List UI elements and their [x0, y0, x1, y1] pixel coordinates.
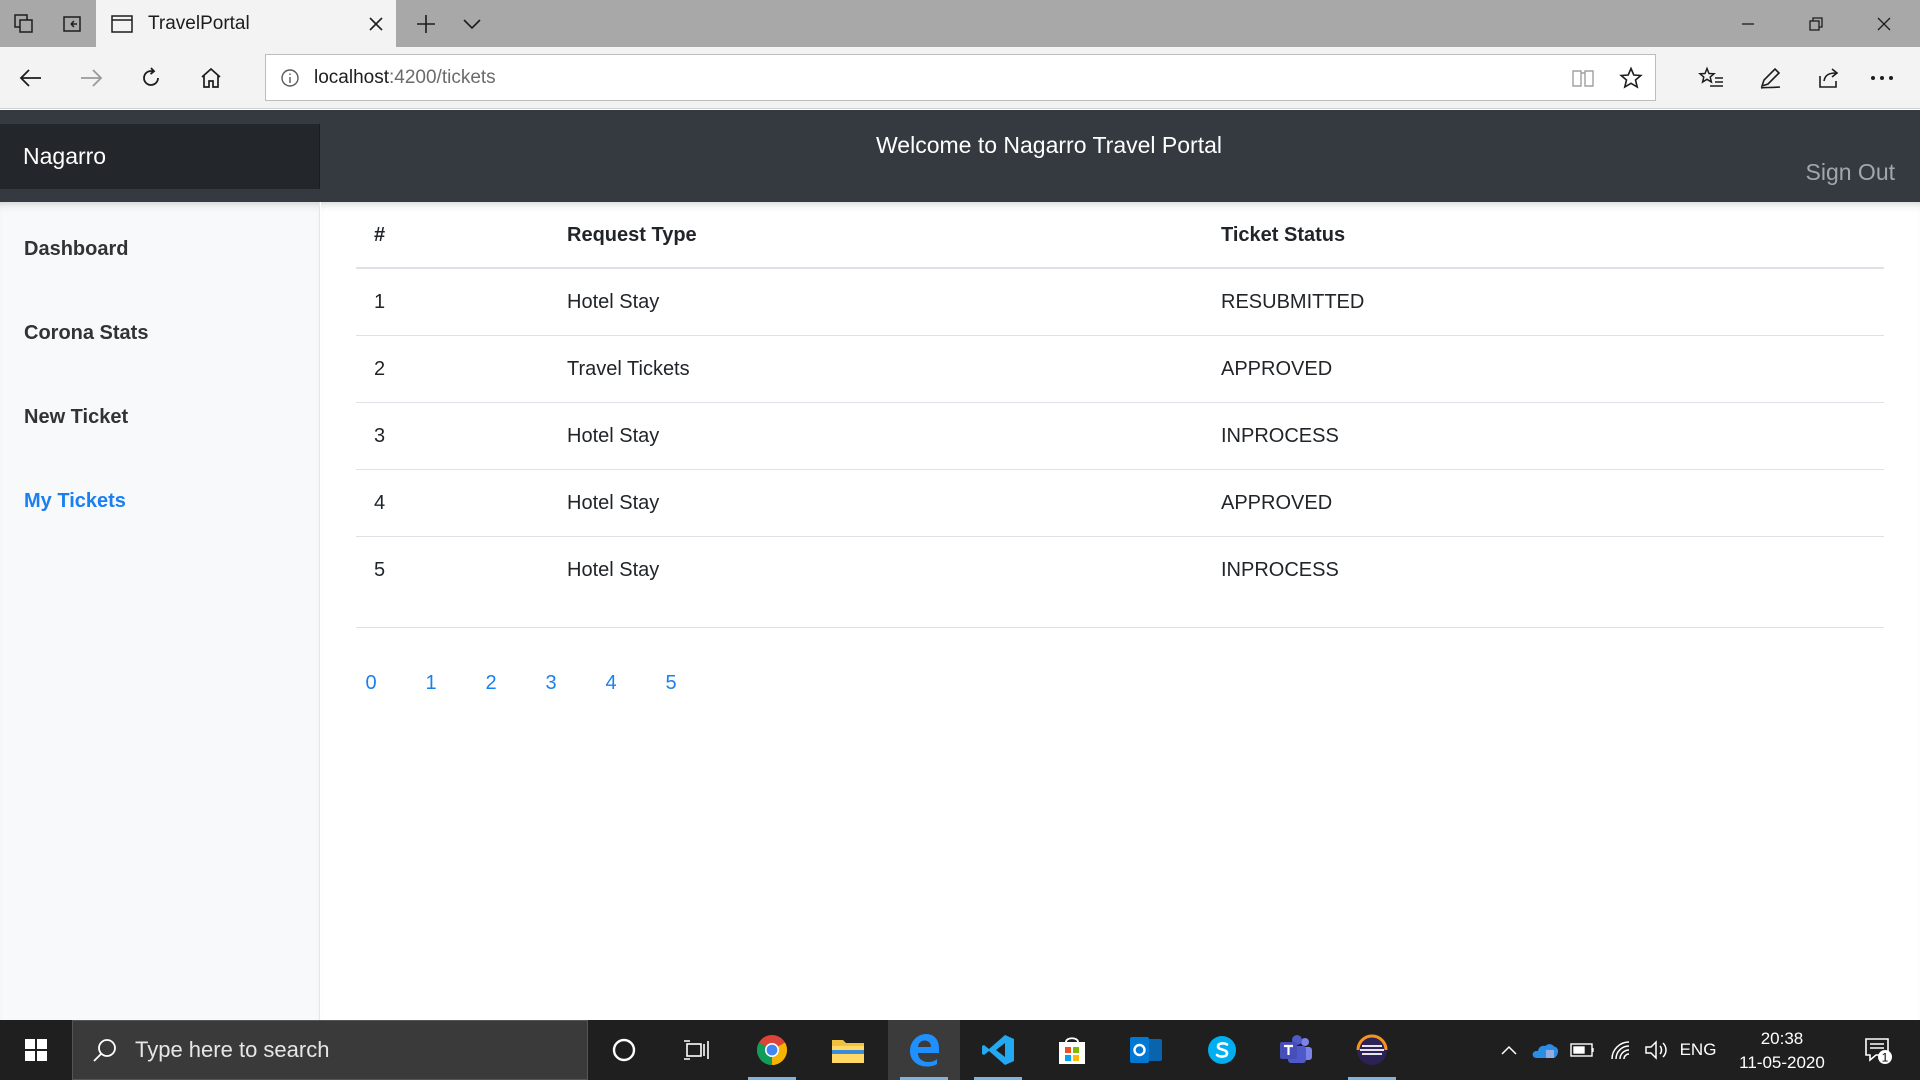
page-link-1[interactable]: 1: [416, 672, 446, 695]
table-row[interactable]: 1 Hotel Stay RESUBMITTED: [356, 269, 1884, 336]
column-header-number: #: [374, 224, 386, 246]
search-icon: [89, 1034, 121, 1066]
skype-app-icon[interactable]: [1186, 1020, 1258, 1080]
favorites-icon[interactable]: [1687, 54, 1735, 102]
ticket-number: 1: [374, 291, 386, 313]
onedrive-icon[interactable]: [1528, 1020, 1562, 1080]
sign-out-link[interactable]: Sign Out: [1806, 159, 1896, 186]
request-type: Travel Tickets: [567, 358, 690, 380]
page-link-2[interactable]: 2: [476, 672, 506, 695]
ticket-status: RESUBMITTED: [1221, 291, 1365, 313]
ticket-status: APPROVED: [1221, 358, 1333, 380]
page-link-0[interactable]: 0: [356, 672, 386, 695]
browser-tab[interactable]: TravelPortal: [96, 0, 396, 47]
page-link-5[interactable]: 5: [656, 672, 686, 695]
browser-tab-strip: TravelPortal: [0, 0, 1920, 47]
ticket-number: 2: [374, 358, 386, 380]
forward-icon[interactable]: [67, 54, 115, 102]
share-icon[interactable]: [1805, 54, 1853, 102]
ticket-status: APPROVED: [1221, 492, 1333, 514]
column-header-request-type: Request Type: [567, 224, 697, 246]
clock-time: 20:38: [1760, 1029, 1804, 1048]
sidebar: Dashboard Corona Stats New Ticket My Tic…: [0, 202, 320, 1020]
notification-count: 1: [1882, 1051, 1889, 1065]
action-center-notifications-icon[interactable]: 1: [1852, 1020, 1904, 1080]
table-row[interactable]: 4 Hotel Stay APPROVED: [356, 470, 1884, 537]
ticket-status: INPROCESS: [1221, 559, 1339, 581]
home-icon[interactable]: [187, 54, 235, 102]
file-explorer-icon[interactable]: [812, 1020, 884, 1080]
sidebar-item-my-tickets[interactable]: My Tickets: [24, 490, 126, 513]
edge-app-icon[interactable]: [888, 1020, 960, 1080]
input-language-indicator[interactable]: ENG: [1676, 1020, 1720, 1080]
tickets-table: # Request Type Ticket Status 1 Hotel Sta…: [356, 202, 1884, 628]
page-icon: [110, 14, 134, 34]
sidebar-item-dashboard[interactable]: Dashboard: [24, 238, 128, 261]
url-text[interactable]: localhost:4200/tickets: [314, 67, 1559, 89]
web-note-pen-icon[interactable]: [1746, 54, 1794, 102]
url-host: localhost: [314, 66, 389, 88]
tab-preview-chevron-icon[interactable]: [448, 0, 496, 47]
restore-icon[interactable]: [1782, 0, 1850, 47]
close-tab-icon[interactable]: [356, 0, 396, 47]
ticket-status: INPROCESS: [1221, 425, 1339, 447]
new-tab-icon[interactable]: [402, 0, 450, 47]
table-row[interactable]: 5 Hotel Stay INPROCESS: [356, 537, 1884, 628]
page-link-4[interactable]: 4: [596, 672, 626, 695]
refresh-icon[interactable]: [127, 54, 175, 102]
table-row[interactable]: 2 Travel Tickets APPROVED: [356, 336, 1884, 403]
app-header: Nagarro Welcome to Nagarro Travel Portal…: [0, 110, 1920, 202]
tab-actions-icon[interactable]: [0, 0, 48, 47]
volume-icon[interactable]: [1640, 1020, 1674, 1080]
minimize-icon[interactable]: [1714, 0, 1782, 47]
brand-logo[interactable]: Nagarro: [0, 124, 320, 189]
taskbar: Type here to search ENG 20:38 11-05-2020…: [0, 1020, 1920, 1080]
site-info-icon[interactable]: [266, 55, 314, 100]
microsoft-store-icon[interactable]: [1036, 1020, 1108, 1080]
main-content: # Request Type Ticket Status 1 Hotel Sta…: [321, 202, 1920, 1020]
ticket-number: 5: [374, 559, 386, 581]
teams-app-icon[interactable]: [1260, 1020, 1332, 1080]
clock-date: 11-05-2020: [1739, 1053, 1825, 1072]
request-type: Hotel Stay: [567, 425, 660, 447]
show-hidden-icons-chevron-icon[interactable]: [1494, 1020, 1524, 1080]
taskbar-search-box[interactable]: Type here to search: [72, 1020, 588, 1080]
set-tabs-aside-icon[interactable]: [48, 0, 96, 47]
sidebar-item-new-ticket[interactable]: New Ticket: [24, 406, 128, 429]
taskbar-clock[interactable]: 20:38 11-05-2020: [1718, 1027, 1846, 1075]
ticket-number: 3: [374, 425, 386, 447]
ticket-number: 4: [374, 492, 386, 514]
column-header-ticket-status: Ticket Status: [1221, 224, 1346, 246]
request-type: Hotel Stay: [567, 291, 660, 313]
cortana-icon[interactable]: [588, 1020, 660, 1080]
address-bar[interactable]: localhost:4200/tickets: [265, 54, 1656, 101]
task-view-icon[interactable]: [660, 1020, 732, 1080]
table-header-row: # Request Type Ticket Status: [356, 202, 1884, 269]
request-type: Hotel Stay: [567, 492, 660, 514]
favorite-star-icon[interactable]: [1607, 55, 1655, 100]
brand-name: Nagarro: [23, 143, 107, 169]
url-path: :4200/tickets: [389, 66, 496, 88]
table-row[interactable]: 3 Hotel Stay INPROCESS: [356, 403, 1884, 470]
eclipse-app-icon[interactable]: [1336, 1020, 1408, 1080]
close-window-icon[interactable]: [1850, 0, 1918, 47]
language-label: ENG: [1679, 1040, 1717, 1059]
back-icon[interactable]: [7, 54, 55, 102]
more-options-icon[interactable]: [1858, 54, 1906, 102]
reading-view-icon[interactable]: [1559, 55, 1607, 100]
vscode-app-icon[interactable]: [962, 1020, 1034, 1080]
welcome-title: Welcome to Nagarro Travel Portal: [876, 132, 1222, 158]
chrome-app-icon[interactable]: [736, 1020, 808, 1080]
battery-icon[interactable]: [1566, 1020, 1600, 1080]
page-link-3[interactable]: 3: [536, 672, 566, 695]
wifi-icon[interactable]: [1604, 1020, 1638, 1080]
browser-nav-bar: localhost:4200/tickets: [0, 47, 1920, 109]
search-placeholder: Type here to search: [135, 1037, 330, 1062]
tab-title: TravelPortal: [148, 12, 250, 34]
request-type: Hotel Stay: [567, 559, 660, 581]
outlook-app-icon[interactable]: [1110, 1020, 1182, 1080]
windows-start-icon[interactable]: [0, 1020, 72, 1080]
sidebar-item-corona-stats[interactable]: Corona Stats: [24, 322, 148, 345]
